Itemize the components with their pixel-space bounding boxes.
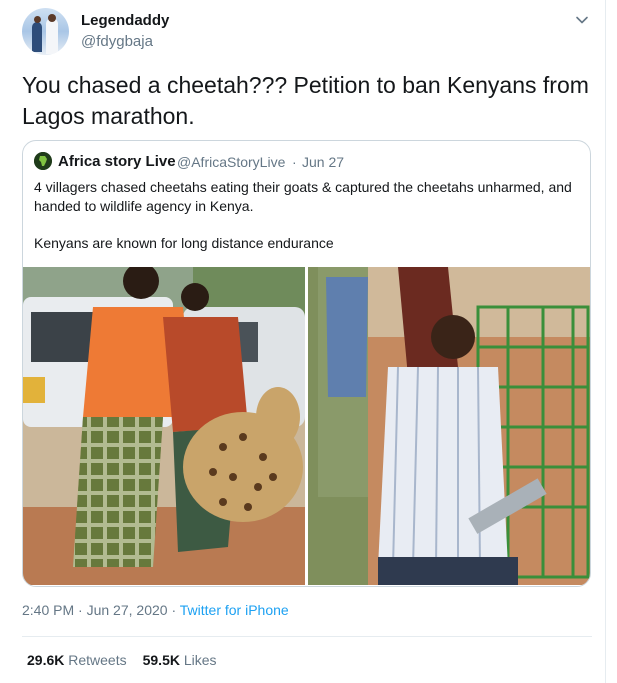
likes-label: Likes — [183, 652, 217, 668]
tweet-meta: 2:40 PM · Jun 27, 2020 · Twitter for iPh… — [22, 602, 289, 618]
tweet-stats: 29.6K Retweets 59.5K Likes — [27, 652, 217, 668]
quoted-date[interactable]: Jun 27 — [302, 154, 344, 170]
divider — [22, 636, 592, 637]
quoted-text-paragraph-2: Kenyans are known for long distance endu… — [34, 235, 334, 251]
meta-separator-1: · — [78, 602, 83, 618]
author-display-name[interactable]: Legendaddy — [81, 12, 169, 29]
likes-count: 59.5K — [142, 652, 180, 668]
tweet-card: Legendaddy @fdygbaja You chased a cheeta… — [0, 0, 606, 683]
quoted-display-name[interactable]: Africa story Live — [58, 153, 176, 170]
quoted-tweet[interactable]: Africa story Live @AfricaStoryLive · Jun… — [22, 140, 591, 587]
author-handle[interactable]: @fdygbaja — [81, 33, 153, 50]
avatar[interactable] — [22, 8, 69, 55]
africa-map-icon — [34, 152, 52, 170]
meta-separator-2: · — [171, 602, 177, 618]
quoted-separator: · — [292, 154, 297, 170]
retweets-count: 29.6K — [27, 652, 65, 668]
tweet-text: You chased a cheetah??? Petition to ban … — [22, 72, 589, 129]
retweets-stat[interactable]: 29.6K Retweets — [27, 652, 127, 668]
quoted-handle[interactable]: @AfricaStoryLive — [177, 154, 285, 170]
tweet-date[interactable]: Jun 27, 2020 — [87, 602, 168, 618]
photo-man-with-cheetah-cage[interactable] — [308, 267, 590, 585]
retweets-label: Retweets — [68, 652, 127, 668]
chevron-down-icon[interactable] — [572, 10, 592, 30]
tweet-source-link[interactable]: Twitter for iPhone — [180, 602, 289, 618]
likes-stat[interactable]: 59.5K Likes — [143, 652, 217, 668]
quoted-text-paragraph-1: 4 villagers chased cheetahs eating their… — [34, 179, 572, 214]
tweet-time[interactable]: 2:40 PM — [22, 602, 74, 618]
photo-men-carrying-cheetah[interactable] — [23, 267, 305, 585]
